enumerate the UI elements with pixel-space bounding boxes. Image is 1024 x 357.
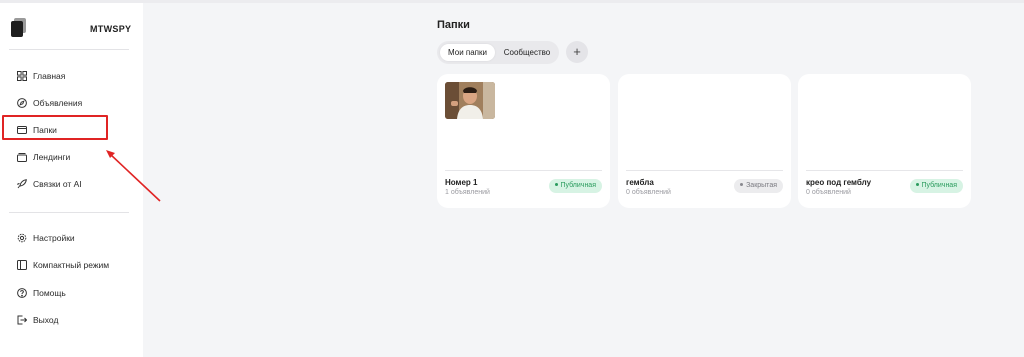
rocket-icon [17,179,27,189]
folder-ad-count: 0 объявлений [626,189,671,196]
annotation-arrow [106,150,161,202]
sidebar-item-label: Настройки [33,233,75,243]
folder-card[interactable]: гембла 0 объявлений Закрытая [618,74,791,208]
folder-name: крео под гемблу [806,178,872,187]
folder-ad-count: 1 объявлений [445,189,490,196]
folder-name: гембла [626,178,654,187]
annotation-highlight-box [2,115,108,140]
logout-icon [17,315,27,325]
logo-icon [11,18,26,37]
status-dot [554,182,558,186]
sidebar-toggle-icon [17,260,27,270]
sidebar-item-label: Помощь [33,288,66,298]
folder-thumbnail [445,82,495,119]
folder-card[interactable]: крео под гемблу 0 объявлений Публичная [798,74,971,208]
compass-icon [17,98,27,108]
card-divider [806,170,963,171]
tab-community[interactable]: Сообщество [499,44,555,61]
folder-card[interactable]: Номер 1 1 объявлений Публичная [437,74,610,208]
sidebar-item-label: Лендинги [33,152,71,162]
thumbnail-image [445,82,495,119]
status-dot [740,182,744,186]
tab-my-folders[interactable]: Мои папки [440,44,495,61]
status-label: Закрытая [746,182,777,189]
folder-name: Номер 1 [445,178,478,187]
sidebar-item-label: Выход [33,315,59,325]
status-label: Публичная [560,182,597,189]
card-divider [445,170,602,171]
help-icon [17,288,27,298]
sidebar-item-settings[interactable]: Настройки [17,231,75,245]
sidebar-item-logout[interactable]: Выход [17,313,58,327]
sidebar-item-landings[interactable]: Лендинги [17,150,70,164]
folder-tabs: Мои папки Сообщество [437,41,559,64]
sidebar-item-label: Компактный режим [33,260,110,270]
sidebar-item-label: Связки от AI [33,179,82,189]
status-badge: Закрытая [734,179,783,193]
top-border [0,0,1024,3]
sidebar-item-label: Объявления [33,98,83,108]
status-label: Публичная [921,182,958,189]
grid-icon [17,71,27,81]
sidebar-divider [9,212,129,213]
sidebar-item-ads[interactable]: Объявления [17,96,82,110]
status-badge: Публичная [548,179,602,193]
sidebar-item-ai-bundles[interactable]: Связки от AI [17,177,82,191]
page-title: Папки [437,19,470,31]
sidebar-divider [9,49,129,50]
gear-icon [17,233,27,243]
card-divider [626,170,783,171]
brand-name: MTWSPY [90,24,132,34]
status-dot [915,182,919,186]
status-badge: Публичная [909,179,963,193]
sidebar-item-label: Главная [33,71,66,81]
sidebar-item-help[interactable]: Помощь [17,286,66,300]
sidebar-item-home[interactable]: Главная [17,69,65,83]
sidebar-item-compact-mode[interactable]: Компактный режим [17,258,109,272]
layers-icon [17,153,27,162]
folder-ad-count: 0 объявлений [806,189,851,196]
add-folder-button[interactable]: + [566,41,588,63]
